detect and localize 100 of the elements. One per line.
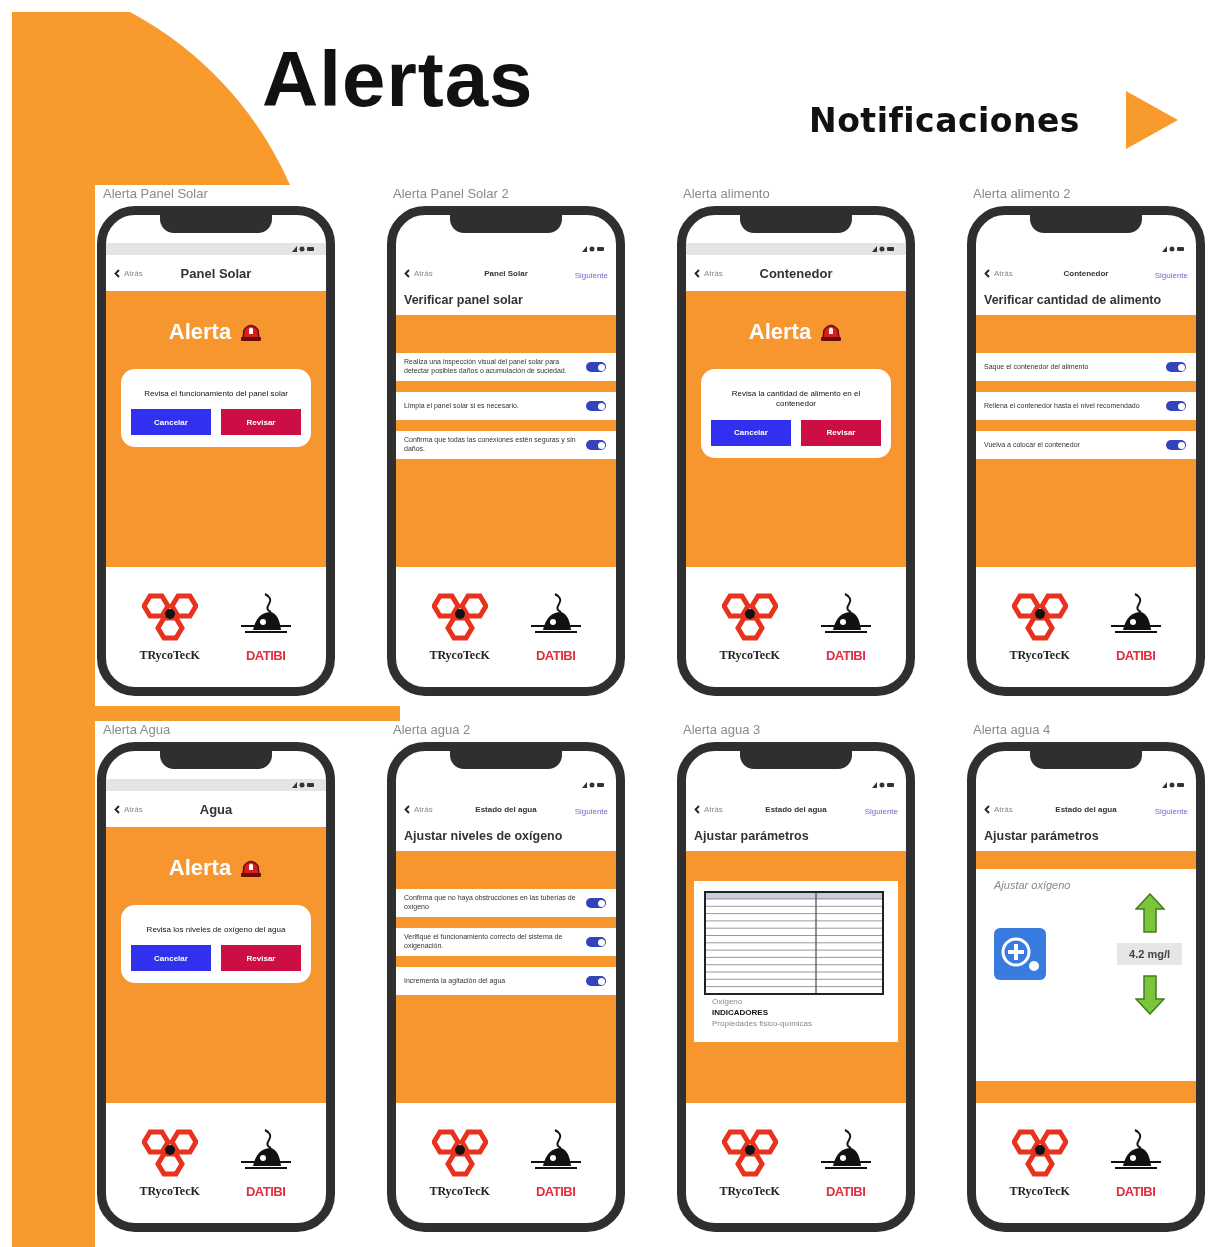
status-icons [1162,782,1184,788]
screen-title: Estado del agua [1054,804,1118,814]
alert-title: Alerta [168,319,232,345]
logo-text: TRycoTecK [1009,1183,1070,1199]
screen-heading: Ajustar niveles de oxígeno [403,828,564,845]
chevron-left-icon[interactable] [404,268,410,278]
screen-heading: Ajustar parámetros [983,828,1100,845]
arrow-down-icon[interactable] [1134,975,1165,1015]
chevron-left-icon[interactable] [984,804,990,814]
status-icons [582,246,604,252]
toggle-switch[interactable] [586,976,606,986]
logo-text: TRycoTecK [719,647,780,663]
caption-title: INDICADORES [711,1008,768,1017]
logo-text: TRycoTecK [139,647,200,663]
toggle-switch[interactable] [1166,401,1186,411]
back-link[interactable]: Atrás [994,804,1013,814]
logo-text: DATIBI [825,647,866,663]
siren-icon [819,322,844,342]
status-icons [872,782,894,788]
next-link[interactable]: Siguiente [574,807,608,816]
arrow-up-icon[interactable] [1134,893,1165,933]
screen-label: Alerta agua 2 [392,722,472,739]
screen-heading: Ajustar parámetros [693,828,810,845]
screen-title: Contenedor [758,265,834,281]
back-link[interactable]: Atrás [704,804,723,814]
cancel-button[interactable]: Cancelar [131,945,211,972]
logo-text: DATIBI [1115,647,1156,663]
chevron-left-icon[interactable] [694,804,700,814]
hexagon-logo-icon [721,1127,778,1180]
screen-heading: Verificar cantidad de alimento [983,292,1163,309]
logo-text: DATIBI [1115,1183,1156,1199]
chevron-left-icon[interactable] [694,268,700,278]
screen-label: Alerta Panel Solar 2 [392,186,510,203]
confirm-button[interactable]: Revisar [221,945,301,972]
cancel-button[interactable]: Cancelar [711,419,791,446]
status-icons [1162,246,1184,252]
screen-title: Panel Solar [179,265,253,281]
screen-title: Estado del agua [474,804,538,814]
confirm-button[interactable]: Revisar [221,409,301,436]
alert-message: Revisa los niveles de oxígeno del agua [145,925,287,936]
screen-label: Alerta alimento 2 [972,186,1072,203]
logo-text: DATIBI [825,1183,866,1199]
chevron-left-icon[interactable] [114,804,120,814]
screen-label: Alerta agua 4 [972,722,1052,739]
hexagon-logo-icon [721,591,778,644]
logo-text: TRycoTecK [719,1183,780,1199]
screen-title: Agua [198,801,234,817]
next-link[interactable]: Siguiente [1154,271,1188,280]
chevron-left-icon[interactable] [114,268,120,278]
toggle-switch[interactable] [1166,362,1186,372]
back-link[interactable]: Atrás [994,268,1013,278]
next-link[interactable]: Siguiente [1154,807,1188,816]
toggle-switch[interactable] [1166,440,1186,450]
screen-label: Alerta alimento [682,186,771,203]
logo-text: DATIBI [245,1183,286,1199]
logo-text: TRycoTecK [429,1183,490,1199]
back-link[interactable]: Atrás [414,268,433,278]
status-icons [292,782,314,788]
oxygen-icon [994,928,1046,980]
screen-heading: Verificar panel solar [403,292,524,309]
screen-title: Panel Solar [483,268,529,278]
chevron-left-icon[interactable] [404,804,410,814]
screen-title: Estado del agua [764,804,828,814]
caption-label: Oxígeno [711,997,743,1006]
cancel-button[interactable]: Cancelar [131,409,211,436]
siren-icon [239,322,264,342]
hexagon-logo-icon [431,1127,488,1180]
hexagon-logo-icon [141,1127,198,1180]
alert-title: Alerta [168,855,232,881]
logo-text: TRycoTecK [139,1183,200,1199]
back-link[interactable]: Atrás [414,804,433,814]
toggle-switch[interactable] [586,362,606,372]
hexagon-logo-icon [141,591,198,644]
page-title: Alertas [262,34,534,124]
back-link[interactable]: Atrás [124,804,143,814]
back-link[interactable]: Atrás [704,268,723,278]
chevron-left-icon[interactable] [984,268,990,278]
confirm-button[interactable]: Revisar [801,419,881,446]
toggle-switch[interactable] [586,401,606,411]
logo-text: DATIBI [535,647,576,663]
logo-text: TRycoTecK [1009,647,1070,663]
next-link[interactable]: Siguiente [864,807,898,816]
hexagon-logo-icon [1011,591,1068,644]
hexagon-logo-icon [1011,1127,1068,1180]
back-link[interactable]: Atrás [124,268,143,278]
caption-subtitle: Propiedades fisico-químicas [711,1019,813,1028]
alert-title: Alerta [748,319,812,345]
next-link[interactable]: Siguiente [574,271,608,280]
toggle-switch[interactable] [586,898,606,908]
hexagon-logo-icon [431,591,488,644]
toggle-switch[interactable] [586,937,606,947]
card-title: Ajustar oxígeno [994,879,1072,891]
screen-label: Alerta agua 3 [682,722,762,739]
alert-message: Revisa el funcionamiento del panel solar [143,389,289,400]
logo-text: DATIBI [535,1183,576,1199]
logo-text: TRycoTecK [429,647,490,663]
status-icons [872,246,894,252]
toggle-switch[interactable] [586,440,606,450]
screen-title: Contenedor [1062,268,1110,278]
status-icons [582,782,604,788]
